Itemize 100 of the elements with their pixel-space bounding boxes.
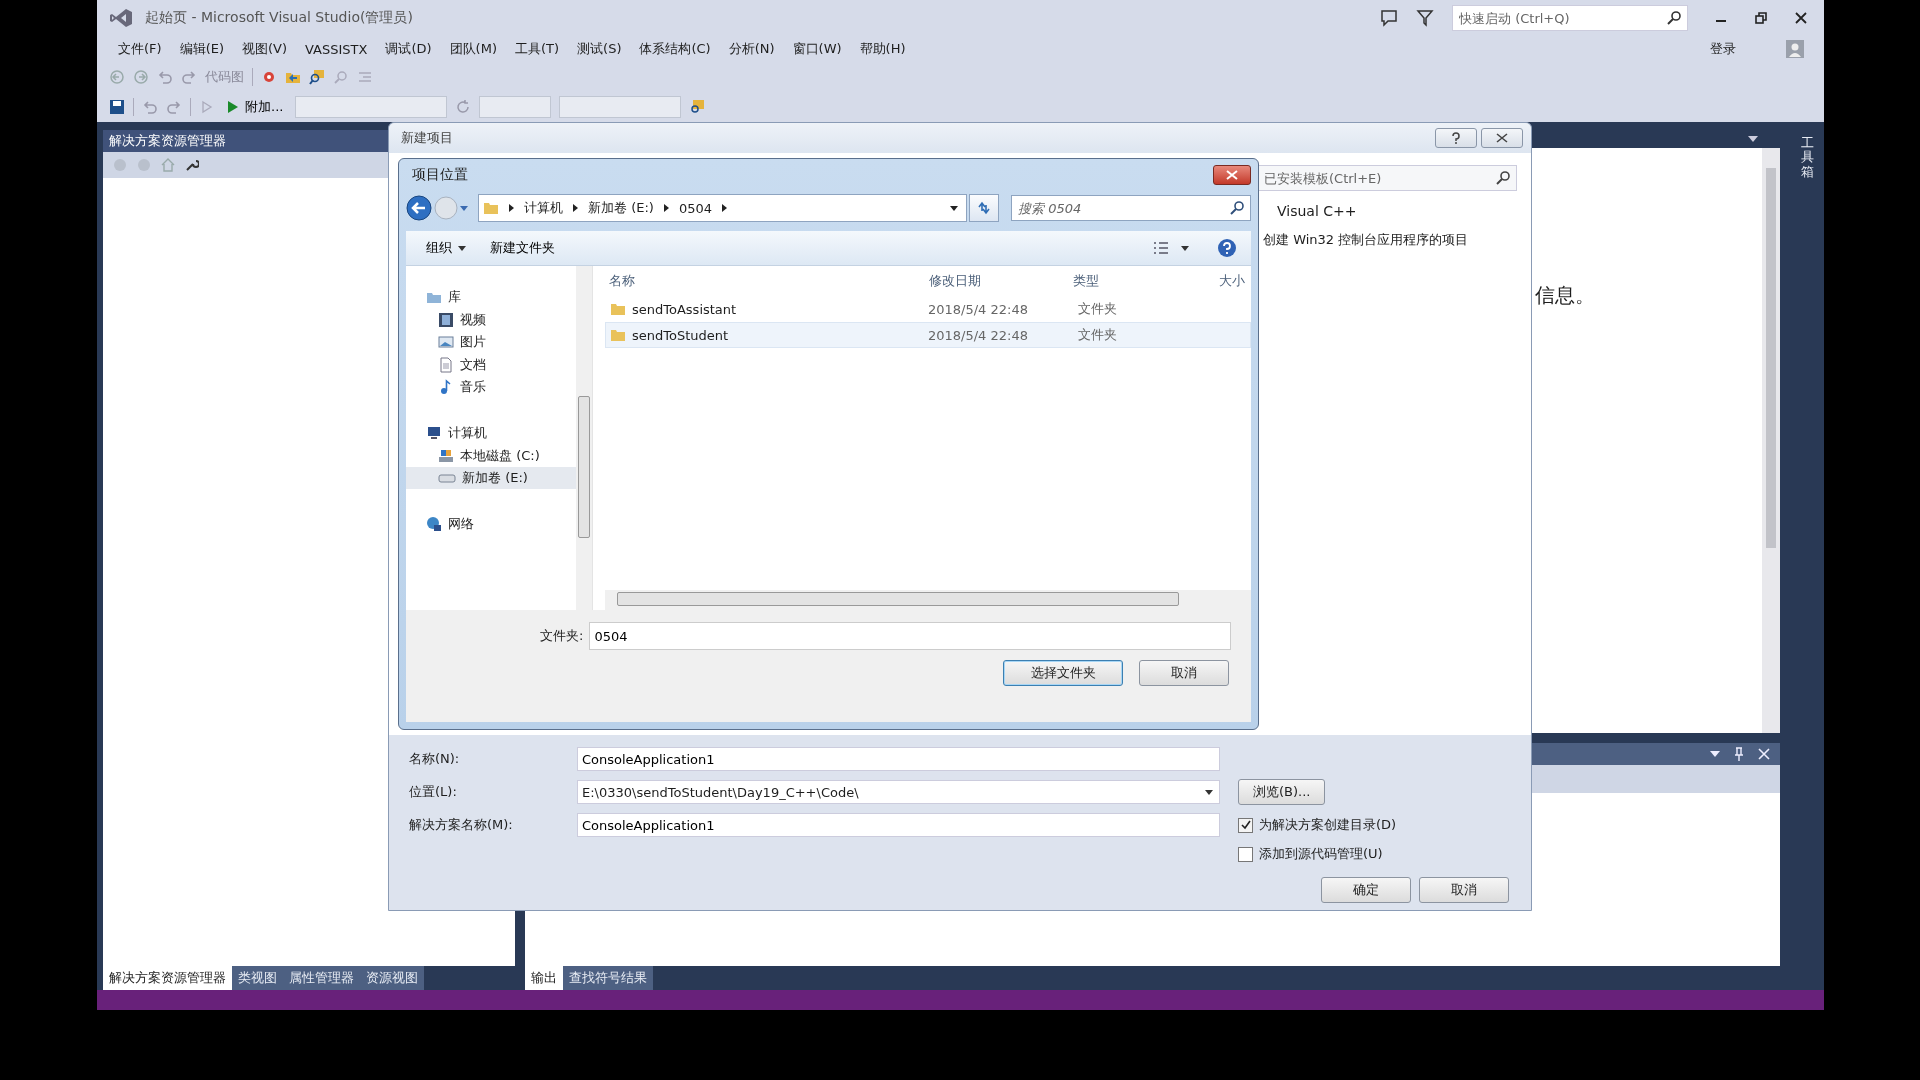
view-list-icon[interactable] [1153, 241, 1169, 255]
menu-item[interactable]: 调试(D) [376, 40, 441, 58]
menu-item[interactable]: 视图(V) [233, 40, 297, 58]
caret-icon[interactable] [1181, 245, 1189, 251]
folder-search-field[interactable]: 搜索 0504 [1011, 195, 1251, 221]
caret-icon [458, 245, 466, 251]
menu-item[interactable]: 编辑(E) [170, 40, 233, 58]
template-description: 创建 Win32 控制台应用程序的项目 [1262, 231, 1470, 249]
breadcrumb-item[interactable]: 新加卷 (E:) [588, 199, 654, 217]
column-header[interactable]: 大小 [1219, 272, 1245, 290]
speech-bubble-icon[interactable] [1380, 9, 1398, 27]
select-folder-button[interactable]: 选择文件夹 [1003, 660, 1123, 686]
text-field[interactable]: ConsoleApplication1 [577, 747, 1220, 771]
play-icon [227, 100, 239, 114]
breadcrumb-item[interactable]: 0504 [678, 200, 712, 216]
nav-item[interactable]: 本地磁盘 (C:) [406, 444, 576, 467]
menu-item[interactable]: 团队(M) [440, 40, 506, 58]
globe-icon [426, 516, 442, 532]
cancel-button[interactable]: 取消 [1139, 660, 1229, 686]
attach-button[interactable]: 附加... [223, 98, 288, 116]
close-icon[interactable] [1794, 11, 1808, 25]
menu-item[interactable]: 体系结构(C) [630, 40, 720, 58]
menu-item[interactable]: VASSISTX [296, 41, 377, 57]
nav-item[interactable]: 视频 [406, 308, 576, 331]
scrollbar[interactable] [576, 266, 592, 610]
folder-row[interactable]: sendToAssistant 2018/5/4 22:48 文件夹 [605, 296, 1251, 322]
breadcrumb-item[interactable]: 计算机 [524, 199, 563, 217]
close-button[interactable] [1481, 128, 1523, 148]
column-header[interactable]: 名称 [605, 272, 929, 290]
folder-name-field[interactable]: 0504 [589, 622, 1231, 650]
scrollbar[interactable] [605, 590, 1251, 610]
menu-item[interactable]: 分析(N) [719, 40, 784, 58]
refresh-icon[interactable] [455, 99, 472, 115]
field-label: 文件夹: [540, 627, 584, 645]
column-header[interactable]: 类型 [1073, 272, 1219, 290]
refresh-icon [976, 200, 992, 216]
redo-icon[interactable] [166, 99, 182, 115]
undo-icon[interactable] [142, 99, 158, 115]
organize-menu[interactable]: 组织 [420, 237, 472, 259]
checkbox[interactable] [1238, 817, 1253, 833]
nav-item[interactable]: 库 [406, 286, 576, 308]
nav-item[interactable]: 计算机 [406, 422, 576, 444]
folder-icon [483, 200, 499, 216]
panel-tab[interactable]: 解决方案资源管理器 [103, 966, 232, 990]
ok-button[interactable]: 确定 [1321, 877, 1411, 903]
refresh-button[interactable] [969, 194, 999, 222]
chevron-icon [663, 204, 669, 212]
menu-item[interactable]: 测试(S) [568, 40, 631, 58]
nav-item[interactable]: 网络 [406, 513, 576, 535]
menu-item[interactable]: 工具(T) [505, 40, 569, 58]
field-label: 名称(N): [409, 750, 461, 768]
account-icon[interactable] [1786, 40, 1804, 58]
close-button[interactable] [1213, 165, 1251, 185]
nav-item[interactable]: 音乐 [406, 376, 576, 398]
help-button[interactable] [1435, 128, 1477, 148]
text-field[interactable]: ConsoleApplication1 [577, 813, 1220, 837]
quick-launch-field[interactable]: 快速启动 (Ctrl+Q) [1452, 5, 1688, 31]
restore-icon[interactable] [1754, 11, 1768, 25]
pin-icon[interactable] [1734, 747, 1744, 761]
panel-tab[interactable]: 类视图 [232, 966, 283, 990]
caret-icon[interactable] [1748, 136, 1758, 142]
redo-icon[interactable] [181, 69, 197, 85]
menu-item[interactable]: 文件(F) [109, 40, 171, 58]
search-icon [1496, 171, 1510, 185]
panel-tab[interactable]: 属性管理器 [283, 966, 360, 990]
search-icon[interactable] [309, 69, 325, 85]
scrollbar[interactable] [1762, 148, 1780, 733]
menu-item[interactable]: 帮助(H) [850, 40, 915, 58]
dialog-title: 新建项目 [401, 129, 453, 147]
sign-in-link[interactable]: 登录 [1710, 40, 1736, 58]
folder-row[interactable]: sendToStudent 2018/5/4 22:48 文件夹 [605, 322, 1251, 348]
new-folder-button[interactable]: 新建文件夹 [484, 237, 561, 259]
checkbox-option[interactable]: 为解决方案创建目录(D) [1238, 816, 1397, 834]
toolbox-tab[interactable]: 工具箱 [1800, 136, 1814, 990]
caret-icon[interactable] [1710, 751, 1720, 757]
folder-icon [610, 301, 626, 317]
location-combo-box[interactable]: E:\0330\sendToStudent\Day19_C++\Code\ [577, 780, 1220, 804]
cancel-button[interactable]: 取消 [1419, 877, 1509, 903]
panel-tab[interactable]: 资源视图 [360, 966, 424, 990]
help-icon[interactable] [1217, 238, 1237, 258]
column-header[interactable]: 修改日期 [929, 272, 1073, 290]
save-icon[interactable] [109, 99, 125, 115]
panel-tab[interactable]: 输出 [525, 966, 563, 990]
nav-item[interactable]: 图片 [406, 331, 576, 353]
browse-button[interactable]: 浏览(B)... [1238, 779, 1326, 805]
caret-icon [950, 205, 958, 211]
filter-icon[interactable] [1416, 9, 1434, 27]
checkbox[interactable] [1238, 846, 1253, 862]
start-page-text: 信息。 [1535, 283, 1595, 307]
menu-item[interactable]: 窗口(W) [783, 40, 851, 58]
nav-item[interactable]: 新加卷 (E:) [406, 467, 576, 489]
folder-search-icon[interactable] [689, 99, 706, 115]
address-bar[interactable]: 计算机 新加卷 (E:) 0504 [478, 194, 967, 222]
checkbox-option[interactable]: 添加到源代码管理(U) [1238, 845, 1383, 863]
picture-icon [438, 334, 454, 350]
nav-item[interactable]: 文档 [406, 353, 576, 376]
close-icon [1226, 170, 1238, 180]
panel-tab[interactable]: 查找符号结果 [563, 966, 653, 990]
wrench-icon[interactable] [185, 158, 199, 172]
undo-icon[interactable] [157, 69, 173, 85]
